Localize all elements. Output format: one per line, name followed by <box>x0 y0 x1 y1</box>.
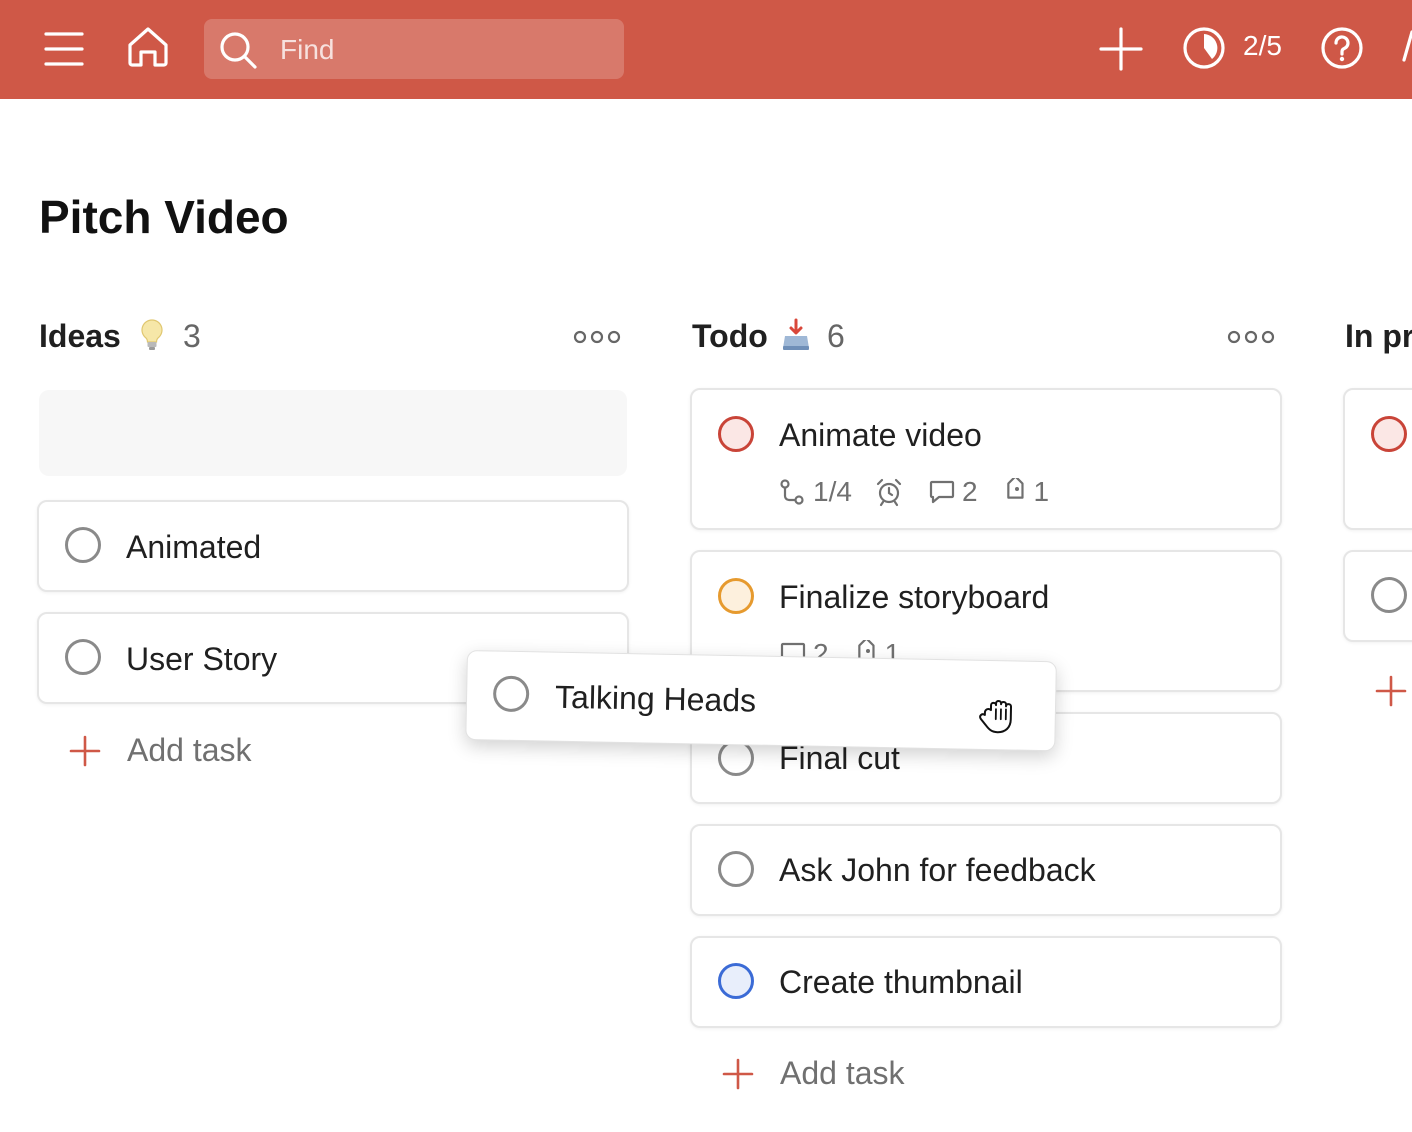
task-title: Ask John for feedback <box>779 852 1096 888</box>
add-task-button[interactable]: Add task <box>69 732 369 772</box>
task-card[interactable]: Animated <box>37 500 629 592</box>
home-icon[interactable] <box>126 25 170 69</box>
task-checkbox[interactable] <box>718 578 754 614</box>
more-options-icon[interactable] <box>573 330 621 349</box>
task-card[interactable] <box>1343 388 1412 530</box>
search-icon <box>218 30 258 75</box>
menu-icon[interactable] <box>44 30 84 68</box>
plus-icon <box>1375 675 1407 712</box>
task-checkbox[interactable] <box>718 963 754 999</box>
add-task-label: Add task <box>780 1055 905 1091</box>
subtask-count: 1/4 <box>813 476 852 507</box>
task-card[interactable]: Create thumbnail <box>690 936 1282 1028</box>
search-box[interactable] <box>204 19 624 81</box>
help-icon[interactable] <box>1320 26 1364 70</box>
task-title: Create thumbnail <box>779 964 1023 1000</box>
add-task-button[interactable]: Add task <box>722 1055 1022 1095</box>
column-header-ideas: Ideas 3 <box>39 318 629 358</box>
search-input[interactable] <box>278 19 612 81</box>
task-card[interactable]: Ask John for feedback <box>690 824 1282 916</box>
add-task-button[interactable] <box>1375 672 1412 712</box>
task-checkbox[interactable] <box>65 527 101 563</box>
task-checkbox[interactable] <box>65 639 101 675</box>
column-header-in-progress: In pr <box>1345 318 1412 358</box>
task-checkbox[interactable] <box>718 416 754 452</box>
task-checkbox[interactable] <box>1371 416 1407 452</box>
page-title: Pitch Video <box>39 191 289 243</box>
column-name: Ideas <box>39 318 121 354</box>
task-card[interactable]: Animate video 1/4 2 1 <box>690 388 1282 530</box>
notifications-icon[interactable] <box>1402 30 1412 66</box>
karma-count[interactable]: 2/5 <box>1243 30 1282 62</box>
column-count: 6 <box>827 318 845 354</box>
inbox-tray-icon <box>782 318 810 357</box>
column-name: Todo <box>692 318 768 354</box>
column-count: 3 <box>183 318 201 354</box>
task-title: Animate video <box>779 417 982 453</box>
subtask-icon <box>779 478 807 506</box>
label-count: 1 <box>1033 476 1050 507</box>
add-task-label: Add task <box>127 732 252 768</box>
dragging-task-card[interactable]: Talking Heads <box>465 650 1057 752</box>
grab-hand-icon <box>976 695 1021 741</box>
productivity-icon[interactable] <box>1182 26 1226 70</box>
task-meta: 1/4 2 1 <box>779 476 1049 508</box>
plus-icon <box>69 735 101 772</box>
task-title: Animated <box>126 529 262 565</box>
drop-placeholder <box>39 390 627 476</box>
plus-icon <box>722 1058 754 1095</box>
task-checkbox[interactable] <box>492 675 530 713</box>
task-title: User Story <box>126 641 278 677</box>
lightbulb-icon <box>140 318 164 357</box>
column-header-todo: Todo 6 <box>692 318 1282 358</box>
task-title: Finalize storyboard <box>779 579 1050 615</box>
task-checkbox[interactable] <box>718 851 754 887</box>
alarm-icon <box>874 477 904 507</box>
comment-icon <box>928 478 956 506</box>
add-icon[interactable] <box>1099 27 1143 71</box>
task-title: Talking Heads <box>554 678 757 719</box>
task-checkbox[interactable] <box>1371 577 1407 613</box>
top-bar: 2/5 <box>0 0 1412 99</box>
task-card[interactable] <box>1343 550 1412 642</box>
more-options-icon[interactable] <box>1227 330 1275 349</box>
column-name: In pr <box>1345 318 1412 354</box>
label-icon <box>1000 478 1028 506</box>
comment-count: 2 <box>961 476 978 507</box>
